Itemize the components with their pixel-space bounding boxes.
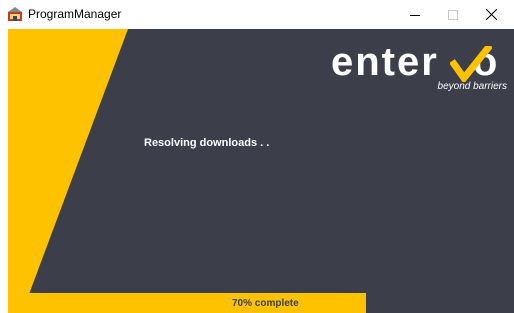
title-bar[interactable]: ProgramManager [0, 0, 514, 29]
entervo-logo: enter o beyond barriers [331, 38, 511, 94]
splash-panel: enter o beyond barriers Resolving downloa… [8, 29, 514, 313]
app-icon [7, 7, 23, 22]
status-message: Resolving downloads . . [144, 137, 270, 149]
close-button[interactable] [472, 0, 510, 29]
window-title: ProgramManager [28, 7, 122, 21]
progress-bar-fill [8, 293, 366, 313]
close-icon [485, 9, 497, 20]
logo-tagline: beyond barriers [437, 81, 507, 92]
checkmark-icon [450, 46, 492, 82]
minimize-icon [410, 14, 420, 16]
progress-label: 70% complete [232, 298, 299, 309]
maximize-button[interactable] [434, 0, 472, 29]
maximize-icon [448, 9, 458, 20]
minimize-button[interactable] [396, 0, 434, 29]
